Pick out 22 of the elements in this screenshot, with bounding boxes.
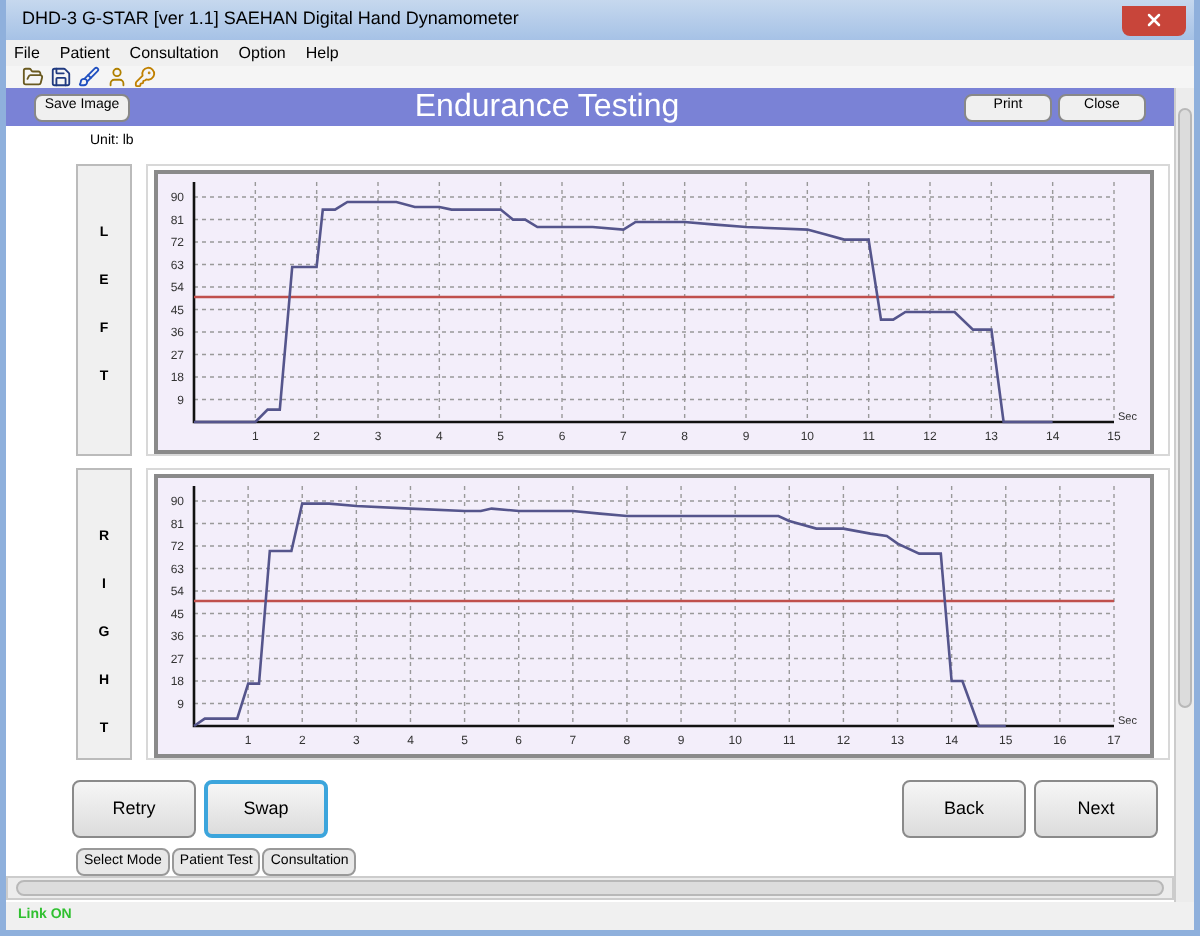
scroll-thumb[interactable] bbox=[1178, 108, 1192, 708]
scroll-thumb[interactable] bbox=[16, 880, 1164, 896]
menu-item[interactable]: Help bbox=[305, 41, 339, 65]
menu-item[interactable]: Option bbox=[238, 41, 286, 65]
page-title: Endurance Testing bbox=[414, 87, 680, 127]
brush-icon[interactable] bbox=[78, 66, 100, 88]
close-button[interactable] bbox=[1122, 5, 1186, 35]
action-button[interactable]: Retry bbox=[72, 780, 196, 838]
key-icon[interactable] bbox=[134, 66, 156, 88]
action-button[interactable]: Back bbox=[902, 780, 1026, 838]
save-icon[interactable] bbox=[50, 66, 72, 88]
vertical-scrollbar[interactable] bbox=[1174, 88, 1194, 902]
user-icon[interactable] bbox=[106, 66, 128, 88]
close-icon bbox=[1144, 10, 1164, 30]
horizontal-scrollbar[interactable] bbox=[6, 876, 1174, 900]
window-title: DHD-3 G-STAR [ver 1.1] SAEHAN Digital Hand Dynamometer bbox=[20, 6, 519, 33]
menu-item[interactable]: File bbox=[14, 41, 40, 65]
action-button[interactable]: Swap bbox=[204, 780, 328, 838]
menu-item[interactable]: Consultation bbox=[129, 41, 219, 65]
menu-item[interactable]: Patient bbox=[59, 41, 110, 65]
folder-icon[interactable] bbox=[22, 66, 44, 88]
action-button[interactable]: Next bbox=[1034, 780, 1158, 838]
